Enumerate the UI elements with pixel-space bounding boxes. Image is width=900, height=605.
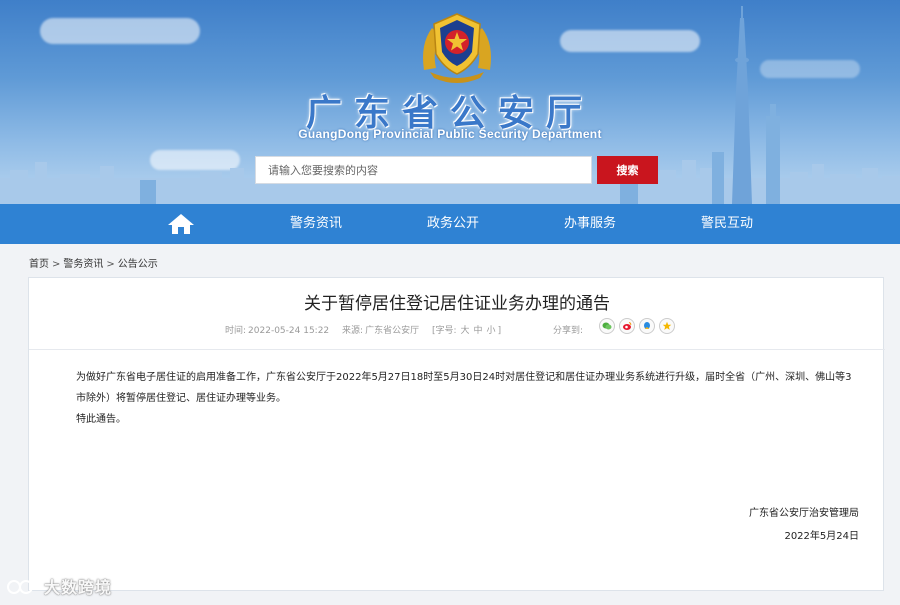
signature-date: 2022年5月24日: [784, 531, 859, 542]
police-emblem-icon: [423, 13, 491, 83]
breadcrumb: 首页 > 警务资讯 > 公告公示: [29, 255, 158, 270]
source-value: 广东省公安厅: [365, 326, 420, 336]
weibo-icon[interactable]: [619, 318, 635, 334]
home-icon[interactable]: [166, 212, 196, 236]
wechat-icon[interactable]: [599, 318, 615, 334]
watermark: 大数跨境: [6, 574, 112, 598]
font-size-label: [字号:: [431, 326, 457, 336]
qzone-icon[interactable]: [639, 318, 655, 334]
share-label: 分享到:: [553, 326, 584, 336]
watermark-logo-icon: [7, 579, 37, 594]
divider: [29, 349, 885, 350]
breadcrumb-police-news[interactable]: 警务资讯: [63, 259, 103, 270]
breadcrumb-home[interactable]: 首页: [29, 259, 49, 270]
font-size-medium[interactable]: 中: [474, 326, 483, 336]
share-icons: [599, 318, 675, 334]
nav-item-interaction[interactable]: 警民互动: [701, 204, 753, 244]
article-closing: 特此通告。: [76, 414, 126, 425]
nav-item-government-affairs[interactable]: 政务公开: [427, 204, 479, 244]
font-size-small[interactable]: 小: [487, 326, 496, 336]
breadcrumb-separator: >: [52, 259, 61, 270]
article-signature: 广东省公安厅治安管理局 2022年5月24日: [749, 502, 859, 548]
breadcrumb-separator: >: [106, 259, 115, 270]
nav-item-police-news[interactable]: 警务资讯: [290, 204, 342, 244]
article-body: 为做好广东省电子居住证的启用准备工作，广东省公安厅于2022年5月27日18时至…: [76, 367, 861, 430]
search-button[interactable]: 搜索: [597, 156, 658, 184]
article-paragraph: 为做好广东省电子居住证的启用准备工作，广东省公安厅于2022年5月27日18时至…: [76, 372, 852, 404]
font-size-close: ]: [497, 326, 502, 336]
watermark-text: 大数跨境: [44, 578, 113, 597]
article-title: 关于暂停居住登记居住证业务办理的通告: [304, 294, 610, 314]
search-box: [255, 156, 592, 184]
time-value: 2022-05-24 15:22: [248, 326, 330, 336]
signature-org: 广东省公安厅治安管理局: [749, 508, 859, 519]
article-meta: 时间: 2022-05-24 15:22 来源: 广东省公安厅 [字号: 大中小]: [225, 323, 511, 336]
nav-item-services[interactable]: 办事服务: [564, 204, 616, 244]
source-label: 来源:: [342, 326, 364, 336]
site-subtitle: GuangDong Provincial Public Security Dep…: [298, 127, 602, 141]
main-nav: 警务资讯 政务公开 办事服务 警民互动: [0, 204, 900, 244]
font-size-large[interactable]: 大: [461, 326, 470, 336]
favorite-icon[interactable]: [659, 318, 675, 334]
breadcrumb-announcements[interactable]: 公告公示: [118, 259, 158, 270]
article-card: 关于暂停居住登记居住证业务办理的通告 时间: 2022-05-24 15:22 来…: [28, 277, 885, 591]
font-size-control: [字号: 大中小]: [432, 326, 511, 336]
search-input[interactable]: [256, 157, 591, 183]
time-label: 时间:: [225, 326, 247, 336]
site-header: 广东省公安厅 GuangDong Provincial Public Secur…: [0, 0, 900, 204]
